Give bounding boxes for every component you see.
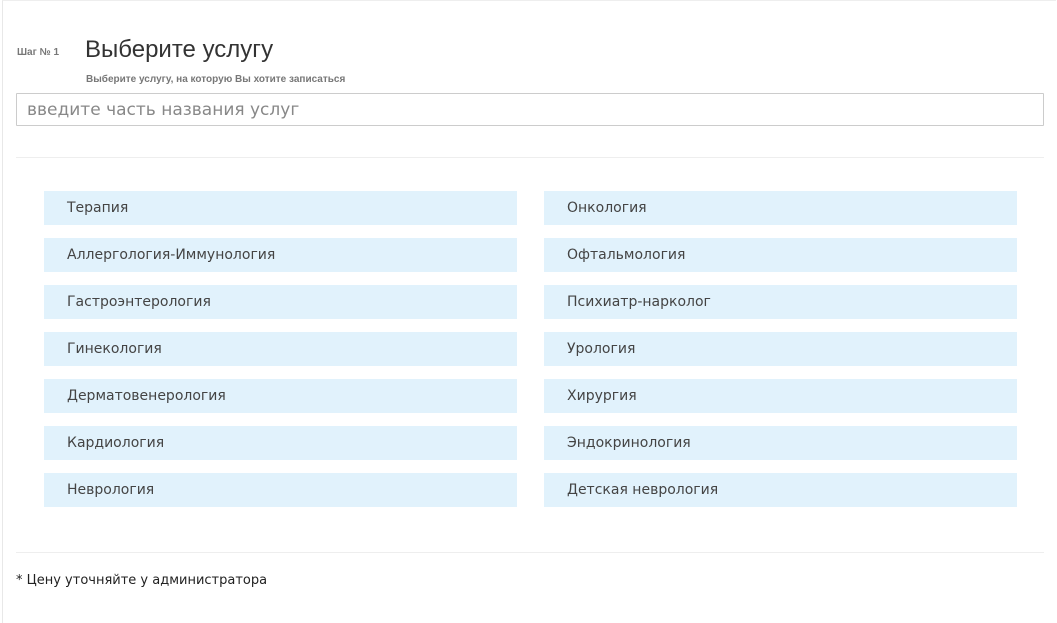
service-item-pediatric-neurology[interactable]: Детская неврология (544, 473, 1017, 507)
service-search-input[interactable] (16, 93, 1044, 126)
service-item-gynecology[interactable]: Гинекология (44, 332, 517, 366)
service-item-dermatovenerology[interactable]: Дерматовенерология (44, 379, 517, 413)
service-item-allergology-immunology[interactable]: Аллергология-Иммунология (44, 238, 517, 272)
service-item-psychiatrist-narcologist[interactable]: Психиатр-нарколог (544, 285, 1017, 319)
price-footnote: * Цену уточняйте у администратора (16, 573, 268, 588)
divider (16, 157, 1044, 158)
step-label: Шаг № 1 (17, 47, 60, 58)
service-item-cardiology[interactable]: Кардиология (44, 426, 517, 460)
page-title: Выберите услугу (85, 36, 274, 63)
service-item-urology[interactable]: Урология (544, 332, 1017, 366)
service-item-neurology[interactable]: Неврология (44, 473, 517, 507)
service-item-gastroenterology[interactable]: Гастроэнтерология (44, 285, 517, 319)
divider (16, 552, 1044, 553)
service-item-therapy[interactable]: Терапия (44, 191, 517, 225)
service-item-surgery[interactable]: Хирургия (544, 379, 1017, 413)
service-item-oncology[interactable]: Онкология (544, 191, 1017, 225)
service-item-endocrinology[interactable]: Эндокринология (544, 426, 1017, 460)
service-list: Терапия Онкология Аллергология-Иммунолог… (44, 191, 1017, 507)
service-item-ophthalmology[interactable]: Офтальмология (544, 238, 1017, 272)
page-subtitle: Выберите услугу, на которую Вы хотите за… (86, 74, 346, 85)
